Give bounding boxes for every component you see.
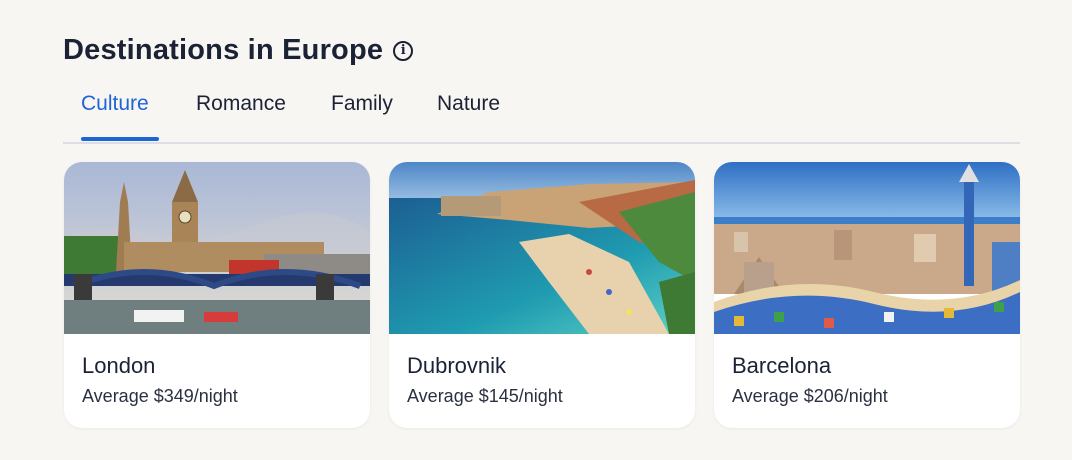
page-header: Destinations in Europe i	[63, 34, 414, 67]
info-icon[interactable]: i	[393, 40, 414, 61]
tab-nature[interactable]: Nature	[437, 92, 500, 116]
category-tabs: Culture Romance Family Nature	[63, 88, 1020, 144]
tab-culture[interactable]: Culture	[81, 92, 149, 116]
card-price: Average $206/night	[732, 386, 888, 406]
barcelona-photo	[714, 162, 1020, 334]
card-title: London	[82, 353, 156, 378]
card-title: Dubrovnik	[407, 353, 507, 378]
tab-romance[interactable]: Romance	[196, 92, 286, 116]
destination-card-london[interactable]: London Average $349/night	[64, 162, 370, 428]
card-title: Barcelona	[732, 353, 832, 378]
dubrovnik-photo	[389, 162, 695, 334]
active-tab-indicator	[81, 137, 159, 141]
london-photo	[64, 162, 370, 334]
card-price: Average $349/night	[82, 386, 238, 406]
card-price: Average $145/night	[407, 386, 563, 406]
tab-family[interactable]: Family	[331, 92, 393, 116]
destination-card-barcelona[interactable]: Barcelona Average $206/night	[714, 162, 1020, 428]
destination-card-dubrovnik[interactable]: Dubrovnik Average $145/night	[389, 162, 695, 428]
page-title: Destinations in Europe	[63, 34, 384, 66]
